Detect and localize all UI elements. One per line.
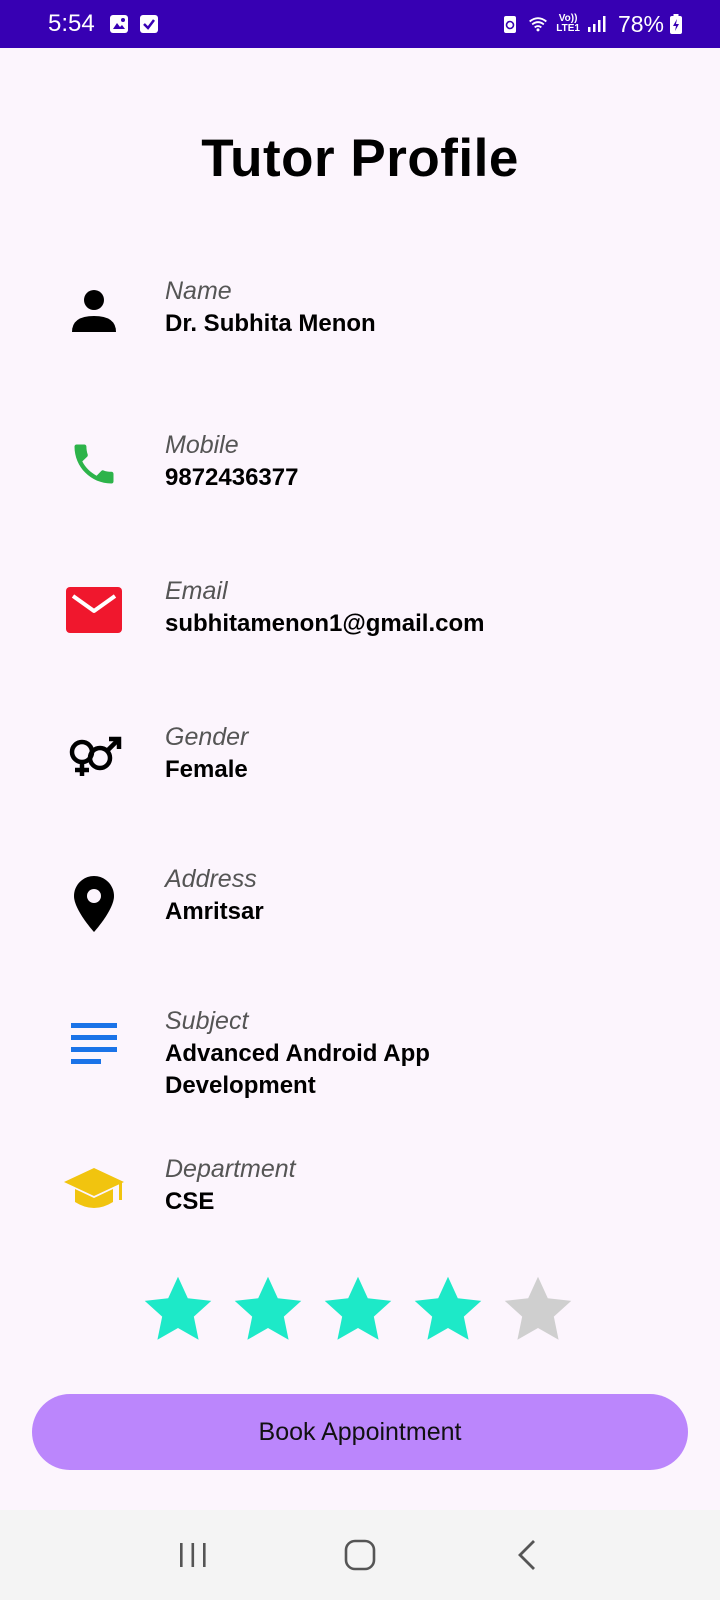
field-label-mobile: Mobile bbox=[165, 431, 239, 459]
star-filled-icon[interactable] bbox=[140, 1272, 216, 1348]
recent-apps-icon bbox=[180, 1543, 206, 1567]
page-title: Tutor Profile bbox=[201, 129, 519, 188]
checkbox-notification-icon bbox=[139, 14, 159, 34]
status-time: 5:54 bbox=[48, 10, 95, 37]
system-nav-bar bbox=[0, 1510, 720, 1600]
star-empty-icon[interactable] bbox=[500, 1272, 576, 1348]
field-value-subject: Advanced Android App Development bbox=[165, 1040, 430, 1099]
field-value-department: CSE bbox=[165, 1188, 215, 1215]
recent-apps-button[interactable] bbox=[163, 1525, 223, 1585]
field-label-gender: Gender bbox=[165, 723, 249, 751]
status-bar: 5:54 Vo)) LTE1 78% bbox=[0, 0, 720, 48]
star-filled-icon[interactable] bbox=[320, 1272, 396, 1348]
field-value-gender: Female bbox=[165, 756, 248, 783]
gallery-notification-icon bbox=[109, 14, 129, 34]
phone-icon bbox=[62, 432, 126, 496]
book-appointment-button[interactable]: Book Appointment bbox=[32, 1394, 688, 1470]
volte-indicator: Vo)) LTE1 bbox=[556, 14, 580, 34]
location-pin-icon bbox=[62, 872, 126, 936]
field-row-subject: Subject Advanced Android App Development bbox=[0, 1004, 720, 1104]
field-label-subject: Subject bbox=[165, 1007, 249, 1035]
star-filled-icon[interactable] bbox=[410, 1272, 486, 1348]
back-icon bbox=[517, 1540, 535, 1570]
star-filled-icon[interactable] bbox=[230, 1272, 306, 1348]
field-value-name: Dr. Subhita Menon bbox=[165, 310, 376, 337]
field-value-address: Amritsar bbox=[165, 898, 264, 925]
status-left: 5:54 bbox=[48, 10, 169, 38]
data-saver-icon bbox=[500, 14, 520, 34]
home-icon bbox=[344, 1539, 376, 1571]
home-button[interactable] bbox=[330, 1525, 390, 1585]
gender-icon bbox=[62, 724, 126, 788]
status-right: Vo)) LTE1 78% bbox=[500, 11, 682, 38]
mail-icon bbox=[62, 578, 126, 642]
field-label-department: Department bbox=[165, 1155, 296, 1183]
battery-charging-icon bbox=[670, 14, 682, 34]
volte-bottom-label: LTE1 bbox=[556, 23, 580, 34]
subject-lines-icon bbox=[62, 1012, 126, 1076]
field-row-mobile: Mobile 9872436377 bbox=[0, 428, 720, 518]
field-label-address: Address bbox=[165, 865, 257, 893]
rating-bar[interactable] bbox=[140, 1272, 590, 1348]
field-row-email: Email subhitamenon1@gmail.com bbox=[0, 574, 720, 664]
field-label-name: Name bbox=[165, 277, 232, 305]
field-label-email: Email bbox=[165, 577, 228, 605]
field-row-address: Address Amritsar bbox=[0, 862, 720, 952]
signal-icon bbox=[586, 14, 606, 34]
wifi-icon bbox=[528, 14, 548, 34]
graduation-cap-icon bbox=[62, 1158, 126, 1222]
field-value-mobile: 9872436377 bbox=[165, 464, 299, 491]
field-row-department: Department CSE bbox=[0, 1152, 720, 1242]
battery-percent: 78% bbox=[617, 10, 664, 37]
field-row-name: Name Dr. Subhita Menon bbox=[0, 274, 720, 364]
field-value-email: subhitamenon1@gmail.com bbox=[165, 610, 485, 637]
back-button[interactable] bbox=[497, 1525, 557, 1585]
person-icon bbox=[62, 278, 126, 342]
field-row-gender: Gender Female bbox=[0, 720, 720, 810]
